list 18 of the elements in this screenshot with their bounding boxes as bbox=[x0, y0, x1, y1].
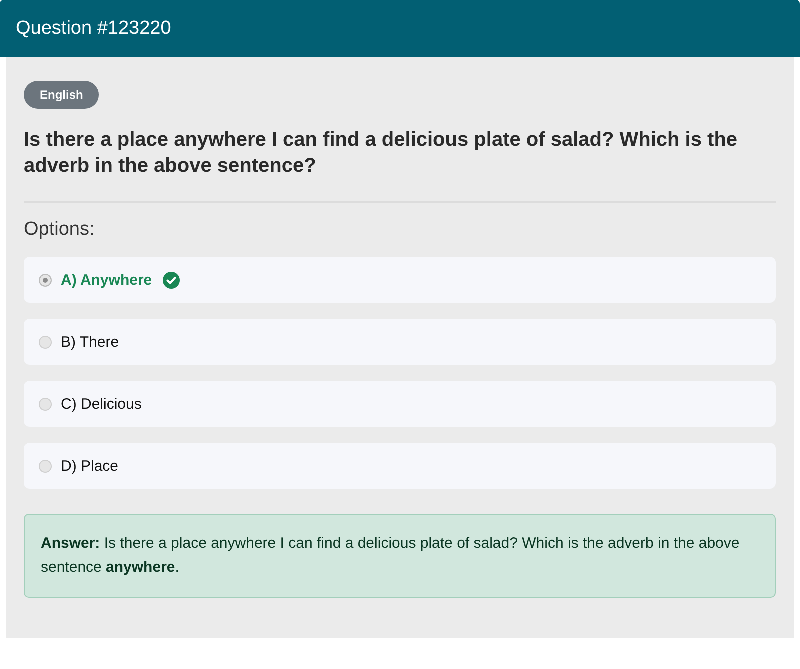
radio-button[interactable] bbox=[39, 336, 52, 348]
subject-badge: English bbox=[24, 81, 100, 109]
option-label: B) There bbox=[61, 334, 120, 350]
radio-button[interactable] bbox=[39, 274, 52, 286]
answer-text: Answer: Is there a place anywhere I can find a delicious plate of salad? Which is the adverb in the above sentence anywhere. bbox=[41, 534, 741, 578]
option-row[interactable]: D) Place bbox=[24, 443, 776, 489]
question-text: Is there a place anywhere I can find a delicious plate of salad? Which is the adverb in the above sentence? bbox=[24, 128, 739, 179]
option-row[interactable]: C) Delicious bbox=[24, 381, 776, 427]
option-row[interactable]: A) Anywhere bbox=[24, 257, 776, 303]
check-circle-icon bbox=[163, 272, 180, 288]
option-label: A) Anywhere bbox=[61, 272, 152, 288]
options-label: Options: bbox=[24, 219, 96, 241]
question-title: Question #123220 bbox=[16, 18, 172, 40]
option-label: D) Place bbox=[61, 458, 119, 474]
radio-button[interactable] bbox=[39, 398, 52, 410]
option-label: C) Delicious bbox=[61, 396, 142, 412]
radio-button[interactable] bbox=[39, 460, 52, 472]
option-row[interactable]: B) There bbox=[24, 319, 776, 365]
